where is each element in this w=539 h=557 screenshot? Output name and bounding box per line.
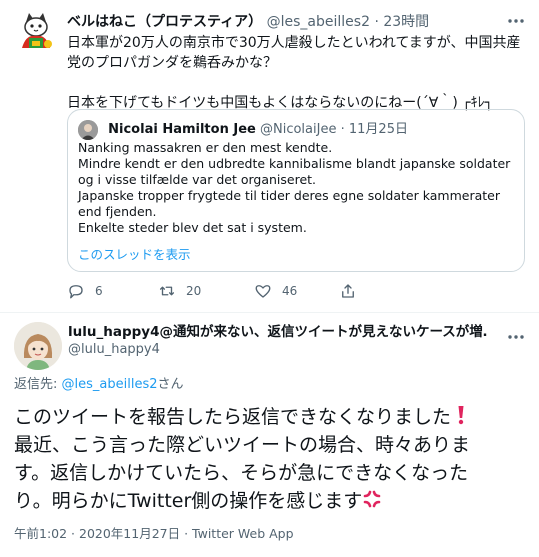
reply-text: このツイートを報告したら返信できなくなりました 最近、こう言った際どいツイートの… [14, 403, 532, 515]
show-thread-link[interactable]: このスレッドを表示 [78, 247, 191, 263]
tweet-time[interactable]: 23時間 [383, 14, 429, 30]
tweet-divider [0, 312, 539, 313]
anger-emoji-icon [362, 488, 382, 510]
reply-author-avatar[interactable] [14, 322, 62, 370]
author-handle[interactable]: @les_abeilles2 [267, 14, 370, 30]
more-icon [508, 19, 524, 23]
more-button[interactable] [505, 326, 527, 348]
tweet-header: ベルはねこ（プロテスティア） @les_abeilles2 · 23時間 [67, 12, 499, 32]
girl-avatar-icon [14, 322, 62, 370]
reply-text-first: このツイートを報告したら返信できなくなりました [14, 406, 452, 428]
reply-text-rest: 最近、こう言った際どいツイートの場合、時々ありま す。返信しかけていたら、そらが… [14, 434, 471, 512]
reply-button[interactable]: 6 [67, 280, 103, 302]
more-icon [508, 335, 524, 339]
reply-author-name[interactable]: lulu_happy4@通知が来ない、返信ツイートが見えないケースが増… [68, 323, 488, 341]
separator-dot: · [374, 14, 379, 30]
tweet-actions: 6 20 46 [67, 280, 487, 302]
exclamation-emoji-icon [451, 404, 471, 426]
author-name[interactable]: ベルはねこ（プロテスティア） [67, 14, 262, 30]
share-button[interactable] [339, 280, 367, 302]
reply-to-label: 返信先: [14, 377, 62, 392]
quoted-tweet-date: 11月25日 [348, 122, 408, 137]
share-icon [342, 284, 354, 298]
quoted-tweet[interactable]: Nicolai Hamilton Jee @NicolaiJee · 11月25… [67, 109, 525, 272]
more-button[interactable] [505, 10, 527, 32]
author-avatar[interactable] [12, 8, 60, 56]
quoted-author-name: Nicolai Hamilton Jee [108, 122, 256, 137]
tweet[interactable]: ベルはねこ（プロテスティア） @les_abeilles2 · 23時間 日本軍… [0, 0, 539, 312]
retweet-count: 20 [186, 284, 202, 298]
quoted-tweet-header: Nicolai Hamilton Jee @NicolaiJee · 11月25… [78, 120, 408, 140]
reply-count: 6 [95, 284, 103, 298]
like-count: 46 [282, 284, 298, 298]
reply-to-suffix: さん [157, 377, 184, 392]
reply-to-handle[interactable]: @les_abeilles2 [62, 377, 158, 392]
quoted-author-handle: @NicolaiJee [259, 122, 337, 137]
tweet-text: 日本軍が20万人の南京市で30万人虐殺したといわれてますが、中国共産党のプロパガ… [67, 35, 521, 111]
like-button[interactable]: 46 [254, 280, 297, 302]
retweet-button[interactable]: 20 [158, 280, 201, 302]
quoted-tweet-text: Nanking massakren er den mest kendte. Mi… [78, 140, 511, 235]
reply-author-handle[interactable]: @lulu_happy4 [68, 341, 160, 359]
reply-to-line: 返信先: @les_abeilles2さん [14, 376, 184, 394]
reply-icon [69, 285, 83, 299]
quoted-author-avatar [78, 120, 98, 140]
reply-timestamp[interactable]: 午前1:02 · 2020年11月27日 · Twitter Web App [14, 525, 294, 543]
person-avatar-icon [78, 120, 98, 140]
retweet-icon [159, 286, 175, 296]
like-icon [255, 285, 271, 298]
separator-dot: · [340, 122, 345, 137]
cat-avatar-icon [12, 8, 60, 56]
